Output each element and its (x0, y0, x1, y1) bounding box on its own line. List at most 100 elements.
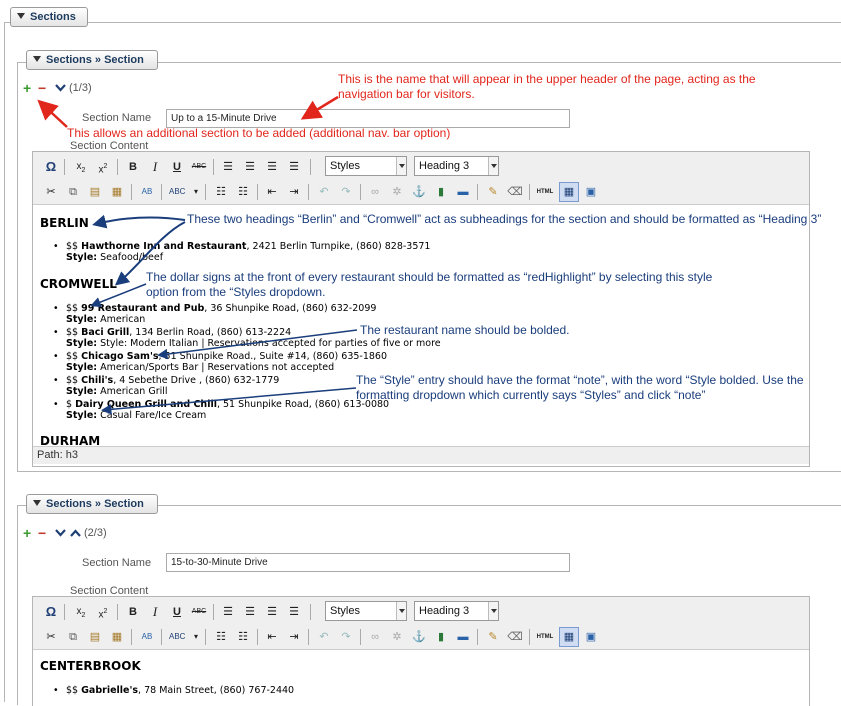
align-justify-icon[interactable]: ☰ (286, 604, 302, 620)
align-left-icon[interactable]: ☰ (220, 604, 236, 620)
spellcheck-dropdown-icon[interactable]: ▾ (188, 629, 204, 645)
collapse-triangle-icon (17, 13, 25, 19)
copy-icon[interactable]: ⧉ (65, 184, 81, 200)
underline-icon[interactable]: U (169, 159, 185, 175)
list-item: $$ Chili's, 4 Sebethe Drive , (860) 632-… (53, 375, 279, 386)
paste-word-icon[interactable]: ▦ (109, 629, 125, 645)
italic-icon[interactable]: I (147, 159, 163, 175)
outdent-icon[interactable]: ⇤ (264, 629, 280, 645)
editor-2-content[interactable]: CENTERBROOK $$ Gabrielle's, 78 Main Stre… (33, 651, 809, 700)
add-section-icon[interactable]: + (23, 81, 31, 95)
html-source-icon[interactable]: HTML (535, 629, 555, 645)
cut-icon[interactable]: ✂ (43, 184, 59, 200)
spellcheck-icon[interactable]: ABC (169, 629, 185, 645)
find-replace-icon[interactable]: AB (139, 629, 155, 645)
numbered-list-icon[interactable]: ☷ (235, 184, 251, 200)
section-2-toggle[interactable]: Sections » Section (26, 494, 158, 514)
align-center-icon[interactable]: ☰ (242, 159, 258, 175)
align-right-icon[interactable]: ☰ (264, 159, 280, 175)
format-dropdown[interactable]: Heading 3 (414, 601, 499, 621)
align-right-icon[interactable]: ☰ (264, 604, 280, 620)
list-item: $$ Hawthorne Inn and Restaurant, 2421 Be… (53, 241, 430, 252)
list-item: $$ Gabrielle's, 78 Main Street, (860) 76… (53, 685, 294, 696)
move-down-icon[interactable] (55, 529, 66, 537)
special-char-icon[interactable]: Ω (43, 604, 59, 620)
underline-icon[interactable]: U (169, 604, 185, 620)
strikethrough-icon[interactable]: ABC (191, 159, 207, 175)
chevron-down-icon (488, 157, 498, 175)
spellcheck-dropdown-icon[interactable]: ▾ (188, 184, 204, 200)
editor-1-path-bar: Path: h3 (33, 446, 809, 464)
align-justify-icon[interactable]: ☰ (286, 159, 302, 175)
visual-aid-icon[interactable]: ▦ (559, 627, 579, 647)
format-dropdown[interactable]: Heading 3 (414, 156, 499, 176)
paste-word-icon[interactable]: ▦ (109, 184, 125, 200)
styles-dropdown[interactable]: Styles (325, 156, 407, 176)
horizontal-rule-icon[interactable]: ▬ (455, 184, 471, 200)
section-name-input[interactable]: 15-to-30-Minute Drive (166, 553, 570, 572)
superscript-icon[interactable]: x2 (95, 604, 111, 620)
spellcheck-icon[interactable]: ABC (169, 184, 185, 200)
redo-icon[interactable]: ↷ (338, 629, 354, 645)
find-replace-icon[interactable]: AB (139, 184, 155, 200)
fullscreen-icon[interactable]: ▣ (583, 184, 599, 200)
chevron-down-icon (396, 157, 406, 175)
annotation-bold-note: The restaurant name should be bolded. (360, 323, 570, 337)
align-center-icon[interactable]: ☰ (242, 604, 258, 620)
redo-icon[interactable]: ↷ (338, 184, 354, 200)
unlink-icon[interactable]: ✲ (389, 184, 405, 200)
bullet-list-icon[interactable]: ☷ (213, 184, 229, 200)
section-1-toggle[interactable]: Sections » Section (26, 50, 158, 70)
link-icon[interactable]: ∞ (367, 184, 383, 200)
remove-format-icon[interactable]: ⌫ (507, 184, 523, 200)
city-heading-berlin: BERLIN (40, 216, 89, 230)
indent-icon[interactable]: ⇥ (286, 629, 302, 645)
visual-aid-icon[interactable]: ▦ (559, 182, 579, 202)
list-item-style: Style: American/Sports Bar | Reservation… (66, 362, 335, 373)
styles-dropdown[interactable]: Styles (325, 601, 407, 621)
subscript-icon[interactable]: x2 (73, 604, 89, 620)
list-item-style: Style: Casual Fare/Ice Cream (66, 410, 207, 421)
remove-section-icon[interactable]: − (38, 81, 46, 95)
annotation-dollar-note: The dollar signs at the front of every r… (146, 270, 713, 299)
special-char-icon[interactable]: Ω (43, 159, 59, 175)
align-left-icon[interactable]: ☰ (220, 159, 236, 175)
section-counter: (2/3) (84, 527, 107, 539)
chevron-down-icon (488, 602, 498, 620)
link-icon[interactable]: ∞ (367, 629, 383, 645)
outdent-icon[interactable]: ⇤ (264, 184, 280, 200)
copy-icon[interactable]: ⧉ (65, 629, 81, 645)
numbered-list-icon[interactable]: ☷ (235, 629, 251, 645)
paste-icon[interactable]: ▤ (87, 184, 103, 200)
list-item-style: Style: American (66, 314, 146, 325)
anchor-icon[interactable]: ⚓ (411, 184, 427, 200)
bold-icon[interactable]: B (125, 159, 141, 175)
remove-section-icon[interactable]: − (38, 526, 46, 540)
bullet-list-icon[interactable]: ☷ (213, 629, 229, 645)
remove-format-icon[interactable]: ⌫ (507, 629, 523, 645)
paste-icon[interactable]: ▤ (87, 629, 103, 645)
media-icon[interactable]: ▮ (433, 184, 449, 200)
html-source-icon[interactable]: HTML (535, 184, 555, 200)
cleanup-icon[interactable]: ✎ (485, 184, 501, 200)
city-heading-centerbrook: CENTERBROOK (40, 659, 141, 673)
cleanup-icon[interactable]: ✎ (485, 629, 501, 645)
superscript-icon[interactable]: x2 (95, 159, 111, 175)
indent-icon[interactable]: ⇥ (286, 184, 302, 200)
strikethrough-icon[interactable]: ABC (191, 604, 207, 620)
bold-icon[interactable]: B (125, 604, 141, 620)
undo-icon[interactable]: ↶ (316, 629, 332, 645)
media-icon[interactable]: ▮ (433, 629, 449, 645)
sections-toggle[interactable]: Sections (10, 7, 88, 27)
move-up-icon[interactable] (70, 529, 81, 537)
cut-icon[interactable]: ✂ (43, 629, 59, 645)
horizontal-rule-icon[interactable]: ▬ (455, 629, 471, 645)
subscript-icon[interactable]: x2 (73, 159, 89, 175)
unlink-icon[interactable]: ✲ (389, 629, 405, 645)
fullscreen-icon[interactable]: ▣ (583, 629, 599, 645)
italic-icon[interactable]: I (147, 604, 163, 620)
undo-icon[interactable]: ↶ (316, 184, 332, 200)
anchor-icon[interactable]: ⚓ (411, 629, 427, 645)
add-section-icon[interactable]: + (23, 526, 31, 540)
move-down-icon[interactable] (55, 84, 66, 92)
